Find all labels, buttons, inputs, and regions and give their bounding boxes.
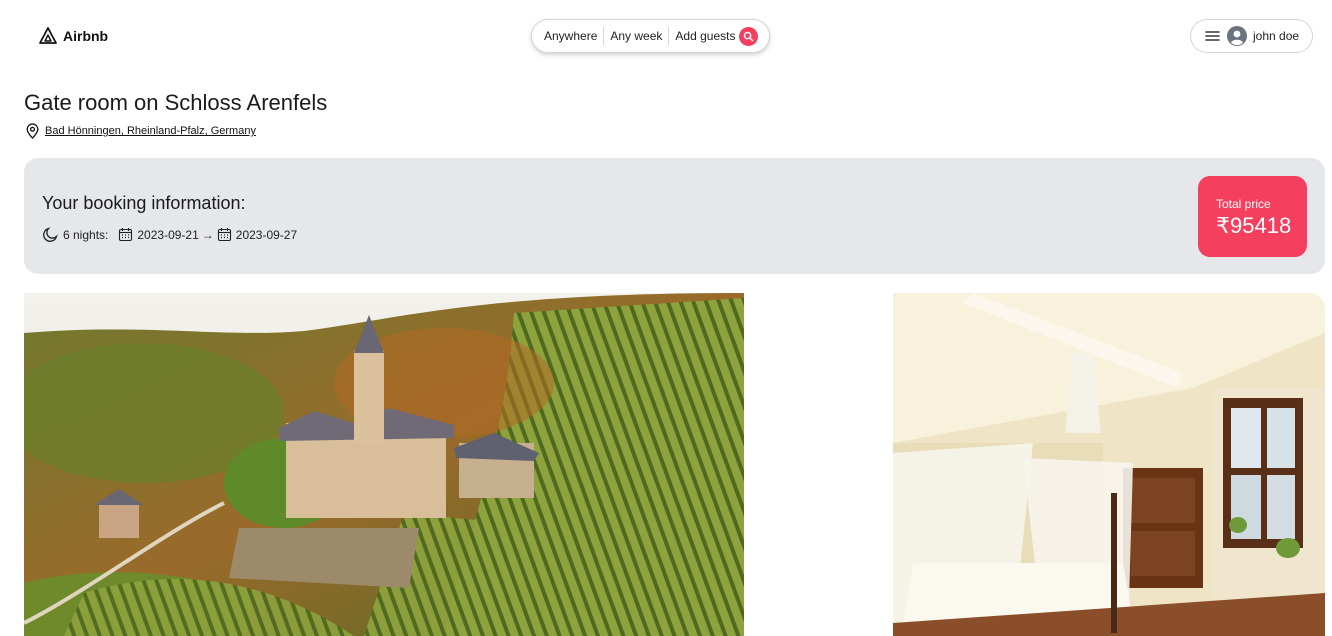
search-add-guests[interactable]: Add guests	[675, 29, 735, 43]
map-pin-icon	[26, 123, 39, 139]
moon-icon	[43, 227, 58, 242]
calendar-icon	[119, 228, 133, 242]
search-bar[interactable]: Anywhere Any week Add guests	[531, 19, 770, 53]
booking-details: 6 nights: 2023-09-21 → 2023-09-27	[42, 226, 297, 243]
castle-aerial-photo[interactable]	[24, 293, 744, 636]
total-price-badge: Total price ₹95418	[1198, 176, 1307, 257]
total-price-value: ₹95418	[1216, 213, 1292, 238]
airbnb-logo-icon	[38, 26, 58, 46]
booking-info-panel: Your booking information: 6 nights: 2023…	[24, 158, 1325, 274]
calendar-icon	[217, 228, 231, 242]
date-arrow: →	[201, 227, 214, 242]
check-out-date: 2023-09-27	[235, 227, 298, 242]
search-anywhere[interactable]: Anywhere	[544, 29, 597, 43]
top-header: Airbnb Anywhere Any week Add guests john…	[0, 0, 1332, 72]
nights-count: 6 nights:	[63, 227, 109, 242]
user-menu-button[interactable]: john doe	[1190, 19, 1313, 53]
search-any-week[interactable]: Any week	[610, 29, 662, 43]
user-name: john doe	[1253, 29, 1300, 43]
check-in-date: 2023-09-21	[137, 227, 199, 242]
search-icon	[743, 31, 754, 42]
hamburger-menu-icon	[1205, 31, 1220, 41]
search-divider	[603, 27, 605, 45]
location-link[interactable]: Bad Hönningen, Rheinland-Pfalz, Germany	[45, 125, 256, 137]
search-button[interactable]	[739, 27, 758, 46]
booking-heading: Your booking information:	[42, 193, 246, 213]
user-avatar-icon	[1227, 26, 1247, 46]
listing-title: Gate room on Schloss Arenfels	[24, 90, 328, 115]
search-divider	[668, 27, 670, 45]
airbnb-logo[interactable]: Airbnb	[38, 26, 108, 46]
logo-text: Airbnb	[63, 28, 109, 44]
total-price-label: Total price	[1216, 197, 1271, 211]
listing-location: Bad Hönningen, Rheinland-Pfalz, Germany	[25, 123, 256, 139]
bedroom-photo[interactable]	[893, 293, 1325, 636]
